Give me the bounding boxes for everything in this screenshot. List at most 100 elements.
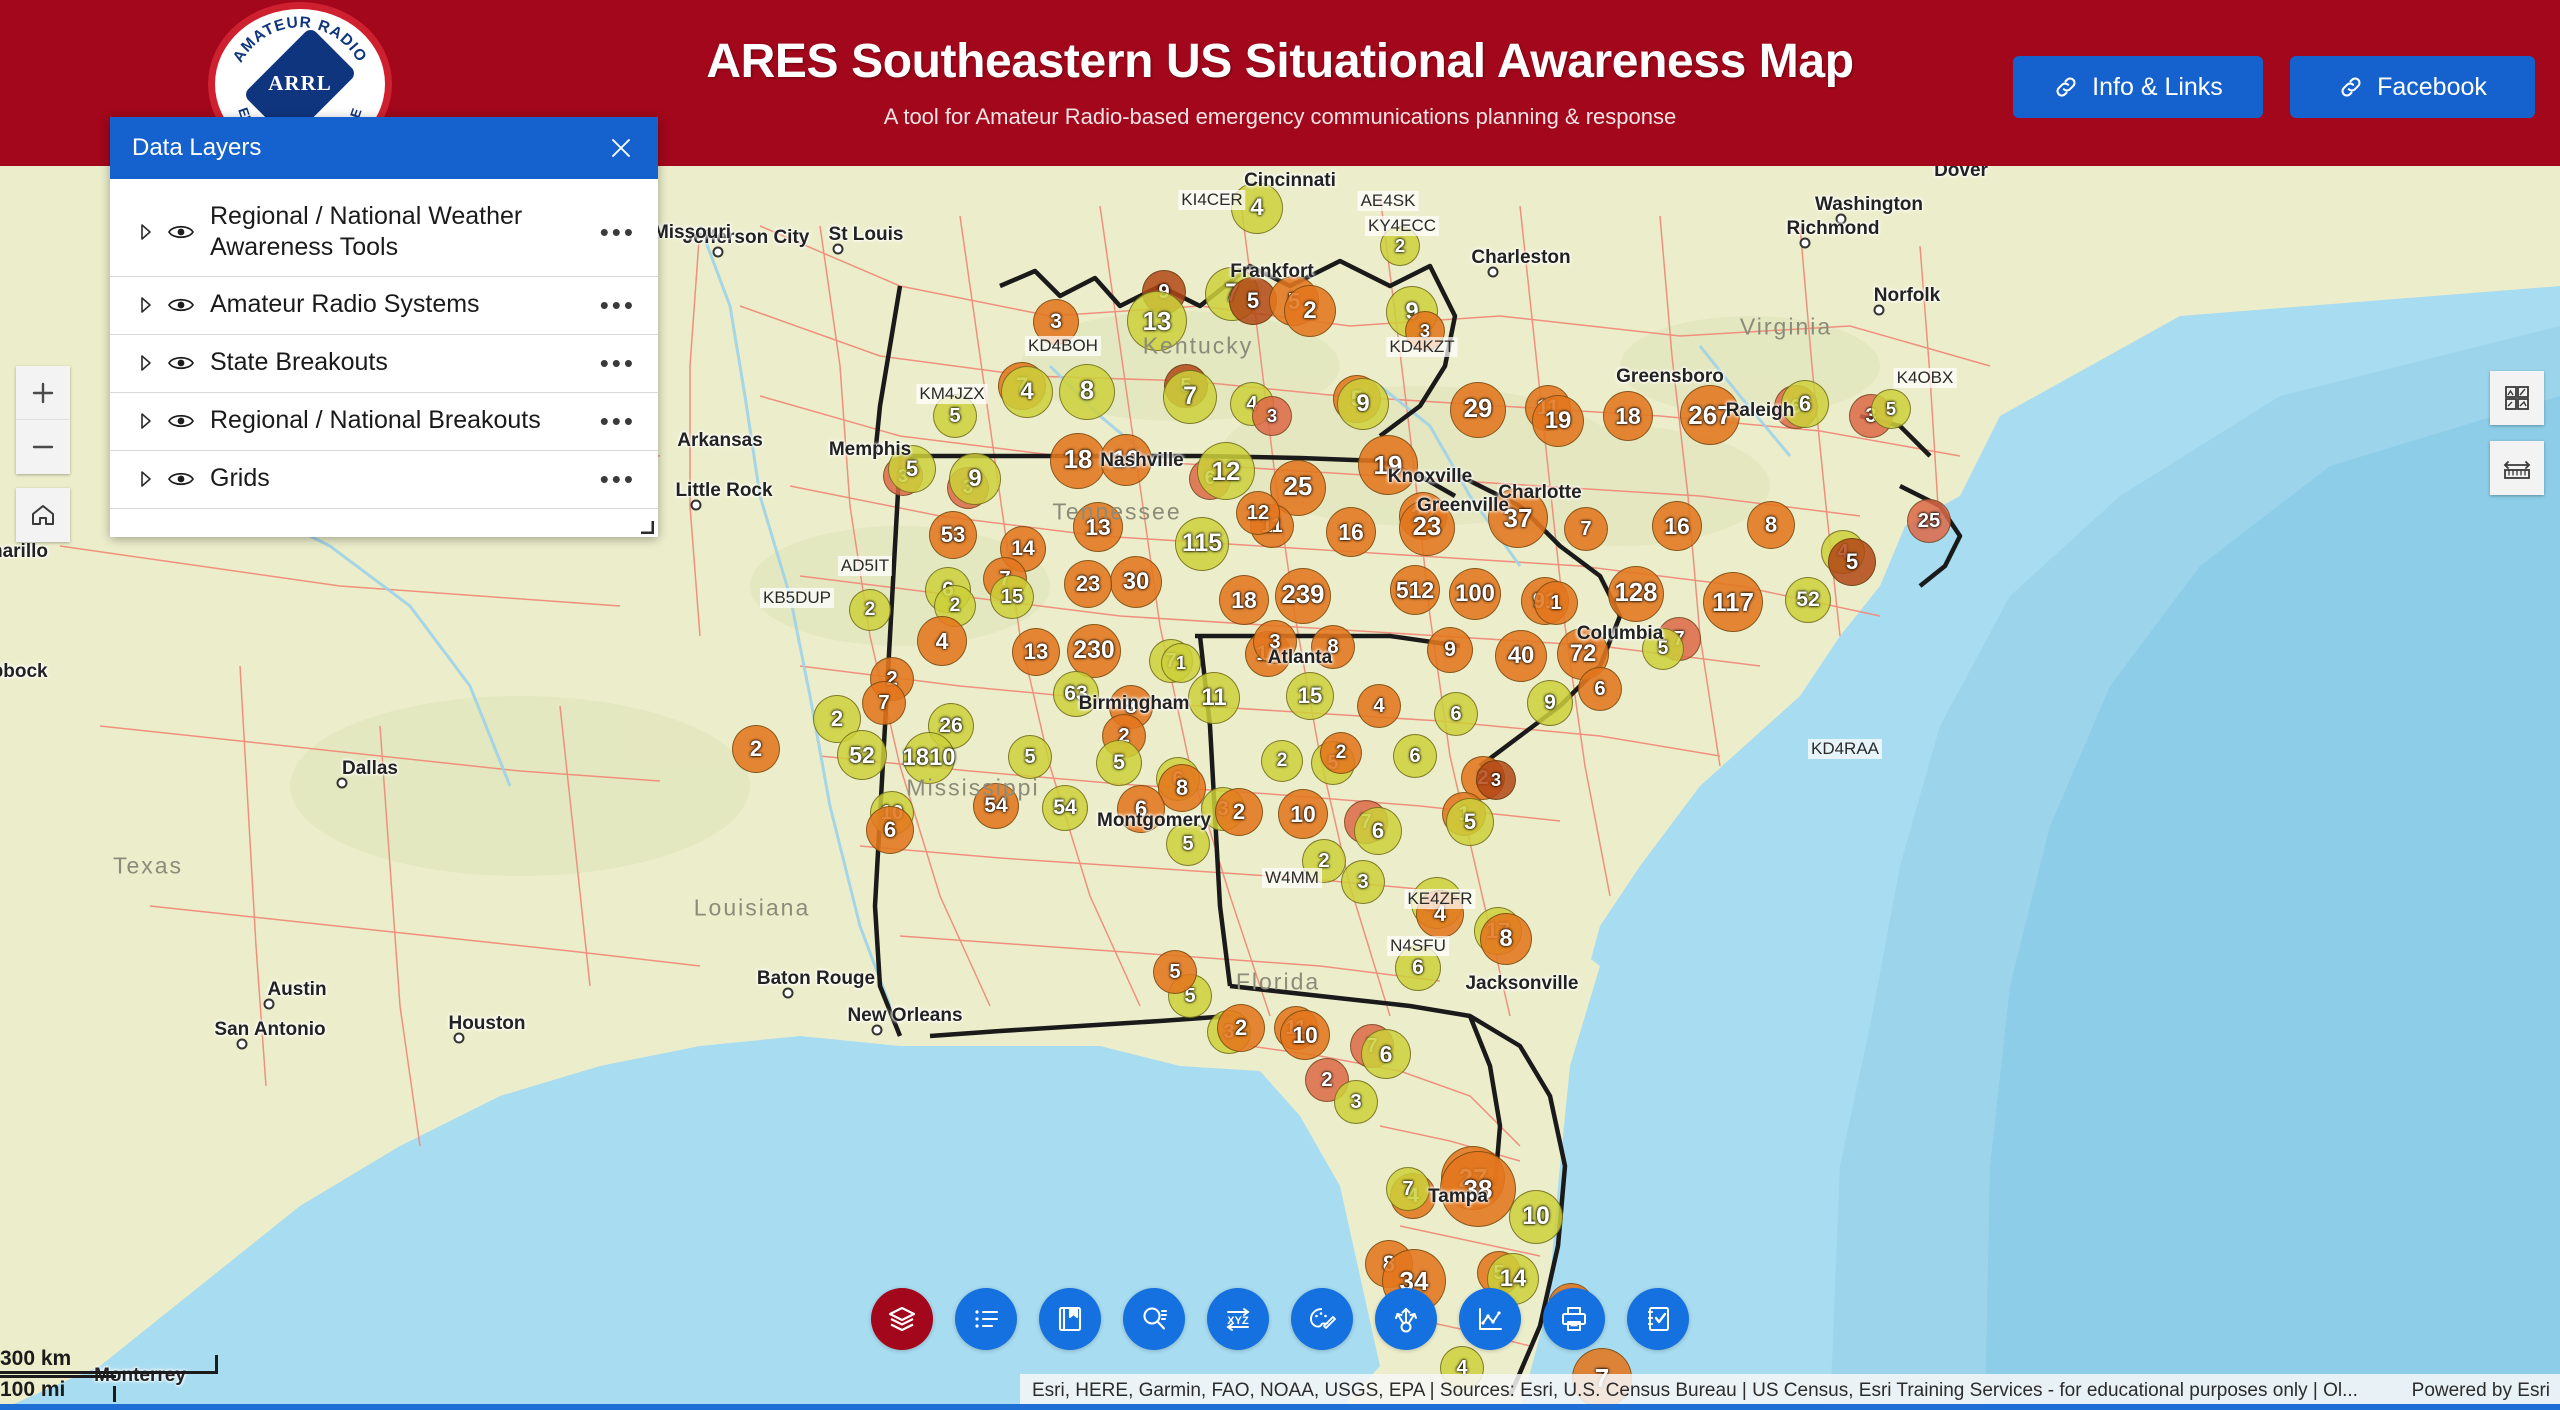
cluster-marker[interactable]: 18 [1603, 391, 1653, 441]
cluster-marker[interactable]: 6 [1393, 734, 1437, 778]
eye-icon[interactable] [168, 470, 194, 488]
eye-icon[interactable] [168, 223, 194, 241]
eye-icon[interactable] [168, 412, 194, 430]
cluster-marker[interactable]: 115 [1175, 517, 1229, 571]
cluster-marker[interactable]: 15 [990, 575, 1034, 619]
cluster-marker[interactable]: 117 [1703, 572, 1763, 632]
cluster-marker[interactable]: 8 [1059, 364, 1115, 420]
cluster-marker[interactable]: 11 [1188, 672, 1240, 724]
cluster-marker[interactable]: 6 [1361, 1029, 1411, 1079]
measurement-button[interactable] [2490, 441, 2544, 495]
chevron-right-icon[interactable] [136, 223, 156, 241]
directions-button[interactable] [1375, 1288, 1437, 1350]
zoom-in-button[interactable] [16, 366, 70, 420]
cluster-marker[interactable]: 54 [1042, 785, 1088, 831]
cluster-marker[interactable]: 2 [1261, 740, 1303, 782]
cluster-marker[interactable]: 2 [1320, 732, 1362, 774]
cluster-marker[interactable]: 3 [1334, 1080, 1378, 1124]
cluster-marker[interactable]: 2 [732, 725, 780, 773]
cluster-marker[interactable]: 512 [1390, 565, 1440, 615]
cluster-marker[interactable]: 128 [1608, 566, 1664, 622]
cluster-marker[interactable]: 2 [1217, 1004, 1265, 1052]
chart-button[interactable] [1459, 1288, 1521, 1350]
print-button[interactable] [1543, 1288, 1605, 1350]
cluster-marker[interactable]: 6 [866, 806, 914, 854]
basemap-gallery-button[interactable] [2490, 371, 2544, 425]
chevron-right-icon[interactable] [136, 412, 156, 430]
home-button[interactable] [16, 488, 70, 542]
resize-grip-icon[interactable] [638, 518, 655, 534]
ellipsis-icon[interactable]: ••• [588, 464, 636, 495]
cluster-marker[interactable]: 5 [1153, 950, 1197, 994]
close-icon[interactable] [604, 131, 638, 165]
search-button[interactable] [1123, 1288, 1185, 1350]
cluster-marker[interactable]: 239 [1275, 568, 1331, 624]
cluster-marker[interactable]: 5 [1871, 389, 1911, 429]
cluster-marker[interactable]: 4 [917, 616, 967, 666]
cluster-marker[interactable]: 9 [1527, 680, 1573, 726]
cluster-marker[interactable]: 29 [1450, 382, 1506, 438]
cluster-marker[interactable]: 6 [1354, 807, 1402, 855]
cluster-marker[interactable]: 9 [1337, 378, 1389, 430]
cluster-marker[interactable]: 9 [1427, 627, 1473, 673]
survey-button[interactable] [1627, 1288, 1689, 1350]
cluster-marker[interactable]: 2 [1215, 788, 1263, 836]
cluster-marker[interactable]: 7 [1386, 1167, 1430, 1211]
cluster-marker[interactable]: 52 [1785, 577, 1831, 623]
cluster-marker[interactable]: 10 [1280, 1010, 1330, 1060]
eye-icon[interactable] [168, 354, 194, 372]
cluster-marker[interactable]: 9 [949, 453, 1001, 505]
legend-button[interactable] [955, 1288, 1017, 1350]
eye-icon[interactable] [168, 296, 194, 314]
layer-row[interactable]: Amateur Radio Systems ••• [110, 277, 658, 335]
cluster-marker[interactable]: 23 [1064, 560, 1112, 608]
cluster-marker[interactable]: 4 [1357, 684, 1401, 728]
chevron-right-icon[interactable] [136, 354, 156, 372]
cluster-marker[interactable]: 18 [1050, 433, 1106, 489]
coordinate-conversion-button[interactable]: XYZ [1207, 1288, 1269, 1350]
cluster-marker[interactable]: 2 [1284, 285, 1336, 337]
zoom-out-button[interactable] [16, 420, 70, 474]
ellipsis-icon[interactable]: ••• [588, 217, 636, 248]
cluster-marker[interactable]: 15 [1286, 672, 1334, 720]
cluster-marker[interactable]: 230 [1067, 624, 1121, 678]
cluster-marker[interactable]: 8 [1480, 913, 1532, 965]
ellipsis-icon[interactable]: ••• [588, 290, 636, 321]
cluster-marker[interactable]: 5 [1096, 740, 1142, 786]
sketch-button[interactable] [1291, 1288, 1353, 1350]
ellipsis-icon[interactable]: ••• [588, 348, 636, 379]
chevron-right-icon[interactable] [136, 470, 156, 488]
layer-row[interactable]: Regional / National Weather Awareness To… [110, 189, 658, 277]
cluster-marker[interactable]: 7 [1163, 370, 1217, 424]
ellipsis-icon[interactable]: ••• [588, 406, 636, 437]
cluster-marker[interactable]: 5 [1828, 538, 1876, 586]
cluster-marker[interactable]: 25 [1907, 499, 1951, 543]
cluster-marker[interactable]: 10 [1509, 1190, 1563, 1244]
cluster-marker[interactable]: 19 [1532, 395, 1584, 447]
cluster-marker[interactable]: 18 [1219, 575, 1269, 625]
layer-list-button[interactable] [871, 1288, 933, 1350]
cluster-marker[interactable]: 1 [1161, 643, 1201, 683]
cluster-marker[interactable]: 12 [1197, 442, 1255, 500]
cluster-marker[interactable]: 2 [849, 589, 891, 631]
info-and-links-button[interactable]: Info & Links [2013, 56, 2263, 118]
cluster-marker[interactable]: 30 [1110, 556, 1162, 608]
cluster-marker[interactable]: 52 [837, 730, 887, 780]
cluster-marker[interactable]: 1 [1534, 581, 1578, 625]
cluster-marker[interactable]: 53 [929, 511, 977, 559]
cluster-marker[interactable]: 7 [1564, 507, 1608, 551]
cluster-marker[interactable]: 12 [1236, 491, 1280, 535]
chevron-right-icon[interactable] [136, 296, 156, 314]
cluster-marker[interactable]: 40 [1495, 630, 1547, 682]
cluster-marker[interactable]: 3 [1476, 760, 1516, 800]
layer-row[interactable]: Regional / National Breakouts ••• [110, 393, 658, 451]
facebook-button[interactable]: Facebook [2290, 56, 2535, 118]
cluster-marker[interactable]: 100 [1449, 568, 1501, 620]
cluster-marker[interactable]: 3 [1341, 860, 1385, 904]
cluster-marker[interactable]: 5 [1008, 735, 1052, 779]
cluster-marker[interactable]: 4 [1001, 366, 1053, 418]
cluster-marker[interactable]: 6 [1578, 667, 1622, 711]
cluster-marker[interactable]: 10 [1278, 789, 1328, 839]
cluster-marker[interactable]: 16 [1652, 501, 1702, 551]
cluster-marker[interactable]: 16 [1326, 507, 1376, 557]
